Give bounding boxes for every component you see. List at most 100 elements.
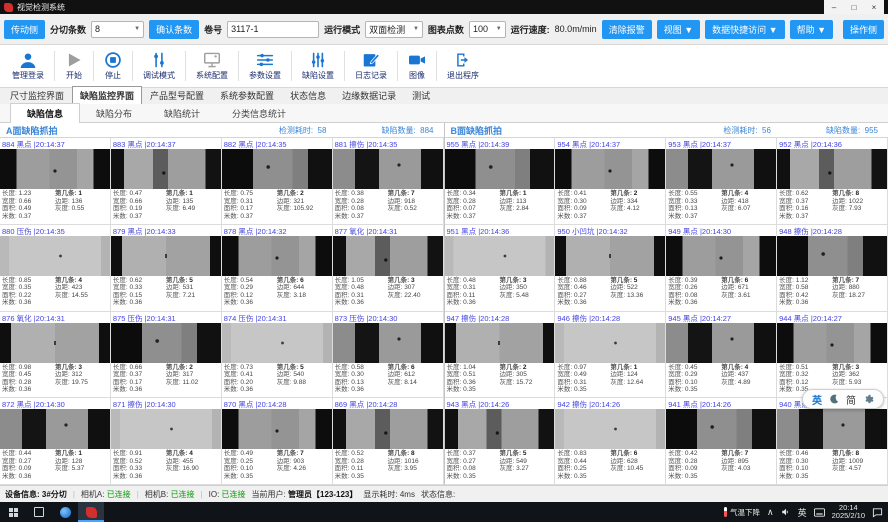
defect-meter: 0.37 [240, 213, 253, 220]
defect-cell[interactable]: 873 压伤 |20:14:30 长度: 0.58 宽度: 0.30 面积: 0… [333, 312, 444, 399]
tool-button-label: 管理登录 [12, 70, 44, 81]
language-simplified-toggle[interactable]: 简 [846, 392, 856, 407]
defect-cell[interactable]: 872 黑点 |20:14:30 长度: 0.44 宽度: 0.27 面积: 0… [0, 398, 111, 485]
tool-button-exit[interactable]: 退出程序 [437, 45, 489, 87]
defect-time: 20:14:31 [36, 314, 65, 323]
taskbar-clock[interactable]: 20:142025/2/10 [832, 504, 865, 520]
defect-cell[interactable]: 871 擦伤 |20:14:30 长度: 0.91 宽度: 0.52 面积: 0… [111, 398, 222, 485]
weather-text: 气温下降 [730, 507, 760, 518]
weather-widget[interactable]: 气温下降 [724, 507, 760, 518]
subtab-2[interactable]: 缺陷统计 [148, 104, 216, 123]
tab-2[interactable]: 产品型号配置 [142, 86, 212, 104]
notification-center-icon[interactable] [872, 507, 883, 518]
defect-cell[interactable]: 881 擦伤 |20:14:35 长度: 0.38 宽度: 0.28 面积: 0… [333, 138, 444, 225]
browser-taskbar-button[interactable] [52, 502, 78, 522]
defect-edge-distance: 312 [72, 371, 83, 378]
tool-button-user[interactable]: 管理登录 [2, 45, 54, 87]
defect-cell[interactable]: 948 擦伤 |20:14:28 长度: 1.12 宽度: 0.58 面积: 0… [777, 225, 888, 312]
defect-cell[interactable]: 947 擦伤 |20:14:28 长度: 1.04 宽度: 0.51 面积: 0… [445, 312, 556, 399]
defect-thumbnail-image [555, 409, 665, 449]
defect-cell[interactable]: 954 黑点 |20:14:37 长度: 0.41 宽度: 0.30 面积: 0… [555, 138, 666, 225]
defect-cell[interactable]: 942 擦伤 |20:14:26 长度: 0.83 宽度: 0.44 面积: 0… [555, 398, 666, 485]
operate-side-button[interactable]: 操作侧 [843, 20, 884, 39]
defect-cell[interactable]: 953 黑点 |20:14:37 长度: 0.55 宽度: 0.33 面积: 0… [666, 138, 777, 225]
defect-cell[interactable]: 884 黑点 |20:14:37 长度: 1.23 宽度: 0.66 面积: 0… [0, 138, 111, 225]
defect-length: 0.75 [240, 190, 253, 197]
drive-side-button[interactable]: 传动侧 [4, 20, 45, 39]
help-menu-button[interactable]: 帮助 ▼ [790, 20, 833, 39]
minimize-button[interactable]: – [824, 3, 844, 12]
defect-cell[interactable]: 949 黑点 |20:14:30 长度: 0.39 宽度: 0.26 面积: 0… [666, 225, 777, 312]
defect-cell[interactable]: 876 氧化 |20:14:31 长度: 0.98 宽度: 0.45 面积: 0… [0, 312, 111, 399]
tab-0[interactable]: 尺寸监控界面 [2, 86, 72, 104]
chart-points-select[interactable]: 100▼ [469, 21, 506, 38]
tool-button-sliders-vertical[interactable]: 缺陷设置 [292, 45, 344, 87]
defect-cell[interactable]: 941 黑点 |20:14:26 长度: 0.42 宽度: 0.28 面积: 0… [666, 398, 777, 485]
settings-gear-icon[interactable] [863, 394, 874, 405]
tool-button-camera[interactable]: 图像 [398, 45, 436, 87]
tool-button-sliders-horizontal[interactable]: 参数设置 [239, 45, 291, 87]
tool-button-play[interactable]: 开始 [55, 45, 93, 87]
defect-cell[interactable]: 945 黑点 |20:14:27 长度: 0.45 宽度: 0.29 面积: 0… [666, 312, 777, 399]
defect-width: 0.27 [463, 458, 476, 465]
defect-cell[interactable]: 952 黑点 |20:14:36 长度: 0.62 宽度: 0.37 面积: 0… [777, 138, 888, 225]
run-mode-select[interactable]: 双面检测▼ [365, 21, 423, 38]
tab-3[interactable]: 系统参数配置 [212, 86, 282, 104]
defect-cell[interactable]: 946 擦伤 |20:14:28 长度: 0.97 宽度: 0.49 面积: 0… [555, 312, 666, 399]
close-button[interactable]: × [864, 3, 884, 12]
inspection-app-taskbar-button[interactable] [78, 502, 104, 522]
defect-cell[interactable]: 940 黑点 |20:14:26 长度: 0.46 宽度: 0.30 面积: 0… [777, 398, 888, 485]
defect-cell[interactable]: 950 小凹坑 |20:14:32 长度: 0.88 宽度: 0.46 面积: … [555, 225, 666, 312]
defect-width: 0.46 [574, 284, 587, 291]
tool-button-stop[interactable]: 停止 [94, 45, 132, 87]
touch-keyboard-icon[interactable] [814, 508, 825, 517]
data-quick-access-menu-button[interactable]: 数据快捷访问 ▼ [705, 20, 784, 39]
slit-count-select[interactable]: 8▼ [91, 21, 144, 38]
tab-1[interactable]: 缺陷监控界面 [72, 86, 142, 104]
thermometer-icon [724, 507, 727, 517]
confirm-count-button[interactable]: 确认条数 [149, 20, 199, 39]
defect-meter: 0.35 [574, 386, 587, 393]
subtab-1[interactable]: 缺陷分布 [80, 104, 148, 123]
defect-edge-distance: 321 [293, 198, 304, 205]
volume-icon[interactable] [781, 507, 791, 517]
view-menu-button[interactable]: 视图 ▼ [657, 20, 700, 39]
defect-cell[interactable]: 883 黑点 |20:14:37 长度: 0.47 宽度: 0.66 面积: 0… [111, 138, 222, 225]
tool-button-monitor[interactable]: 系统配置 [186, 45, 238, 87]
maximize-button[interactable]: □ [844, 3, 864, 12]
start-button[interactable] [0, 502, 26, 522]
subtab-0[interactable]: 缺陷信息 [10, 103, 80, 124]
defect-cell[interactable]: 875 压伤 |20:14:31 长度: 0.66 宽度: 0.37 面积: 0… [111, 312, 222, 399]
tab-4[interactable]: 状态信息 [282, 86, 334, 104]
defect-cell[interactable]: 943 黑点 |20:14:26 长度: 0.37 宽度: 0.27 面积: 0… [445, 398, 556, 485]
defect-cell[interactable]: 870 黑点 |20:14:28 长度: 0.49 宽度: 0.25 面积: 0… [222, 398, 333, 485]
defect-edge-distance: 895 [738, 458, 749, 465]
defect-cell[interactable]: 951 黑点 |20:14:36 长度: 0.48 宽度: 0.31 面积: 0… [445, 225, 556, 312]
defect-meter: 0.37 [19, 213, 32, 220]
task-view-button[interactable] [26, 502, 52, 522]
defect-cell[interactable]: 878 黑点 |20:14:32 长度: 0.54 宽度: 0.29 面积: 0… [222, 225, 333, 312]
debug-sliders-icon [150, 52, 168, 68]
defect-metadata: 长度: 0.38 宽度: 0.28 面积: 0.08 米数: 0.37 第几条:… [333, 189, 443, 224]
defect-cell[interactable]: 882 黑点 |20:14:35 长度: 0.75 宽度: 0.31 面积: 0… [222, 138, 333, 225]
user-icon [19, 52, 37, 68]
defect-cell[interactable]: 879 黑点 |20:14:33 长度: 0.62 宽度: 0.33 面积: 0… [111, 225, 222, 312]
defect-cell[interactable]: 874 压伤 |20:14:31 长度: 0.73 宽度: 0.41 面积: 0… [222, 312, 333, 399]
defect-cell[interactable]: 869 黑点 |20:14:28 长度: 0.52 宽度: 0.28 面积: 0… [333, 398, 444, 485]
tool-button-debug-sliders[interactable]: 调试模式 [133, 45, 185, 87]
subtab-3[interactable]: 分类信息统计 [216, 104, 302, 123]
tray-expand-button[interactable]: ∧ [767, 507, 774, 518]
tool-button-log-edit[interactable]: 日志记录 [345, 45, 397, 87]
clear-alarm-button[interactable]: 清除报警 [602, 20, 652, 39]
defect-cell[interactable]: 955 黑点 |20:14:39 长度: 0.34 宽度: 0.28 面积: 0… [445, 138, 556, 225]
language-english-toggle[interactable]: 英 [812, 392, 822, 407]
tab-6[interactable]: 测试 [404, 86, 438, 104]
defect-cell[interactable]: 944 黑点 |20:14:27 长度: 0.51 宽度: 0.32 面积: 0… [777, 312, 888, 399]
input-language-indicator[interactable]: 英 [798, 506, 807, 519]
tab-5[interactable]: 边缘数据记录 [334, 86, 404, 104]
defect-edge-distance: 1009 [849, 458, 863, 465]
roll-number-input[interactable] [227, 21, 319, 38]
defect-cell[interactable]: 877 氧化 |20:14:31 长度: 1.05 宽度: 0.48 面积: 0… [333, 225, 444, 312]
defect-cell[interactable]: 880 压伤 |20:14:35 长度: 0.85 宽度: 0.35 面积: 0… [0, 225, 111, 312]
dark-mode-moon-icon[interactable] [829, 394, 839, 404]
